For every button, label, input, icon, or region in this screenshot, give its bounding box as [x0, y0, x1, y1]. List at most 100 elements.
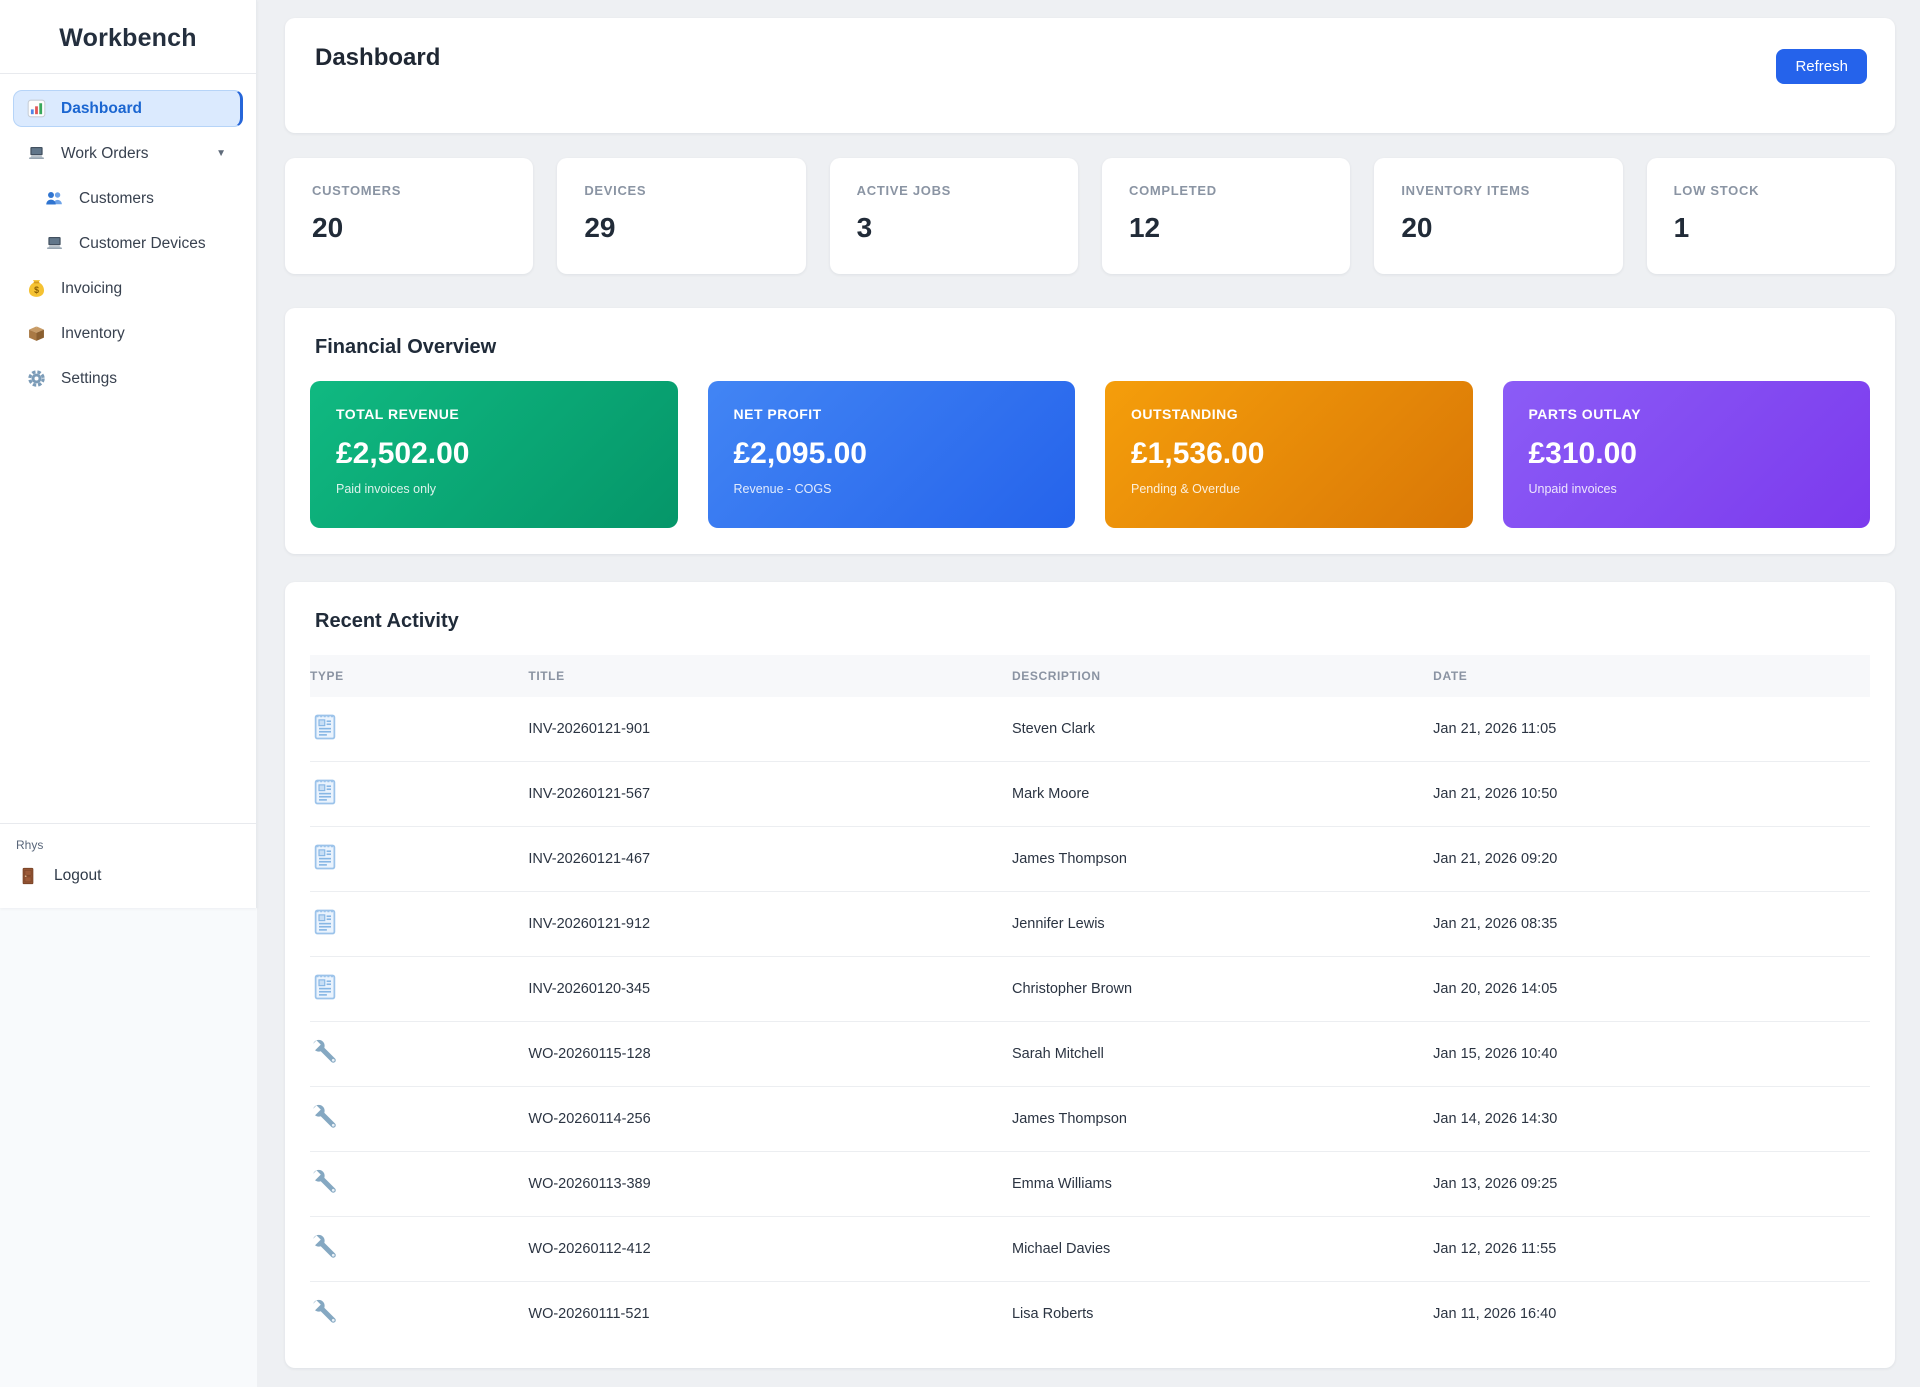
laptop-icon: [44, 233, 65, 254]
row-title: WO-20260115-128: [528, 1021, 1012, 1087]
row-description: James Thompson: [1011, 1086, 1434, 1152]
recent-activity-title: Recent Activity: [315, 610, 459, 632]
sidebar-item-label: Invoicing: [61, 279, 123, 297]
financial-card-parts-outlay: PARTS OUTLAY £310.00 Unpaid invoices: [1502, 381, 1870, 528]
row-date: Jan 21, 2026 10:50: [1433, 761, 1870, 827]
financial-overview-section: Financial Overview TOTAL REVENUE £2,502.…: [285, 308, 1895, 554]
column-header-title: Title: [528, 669, 565, 683]
page-header: Dashboard Refresh: [285, 18, 1895, 133]
financial-card-label: NET PROFIT: [733, 406, 822, 422]
table-row: INV-20260121-912 Jennifer Lewis Jan 21, …: [310, 891, 1870, 957]
stat-value: 29: [584, 212, 616, 243]
table-row: WO-20260113-389 Emma Williams Jan 13, 20…: [310, 1151, 1870, 1217]
row-type-cell: [310, 1216, 529, 1282]
stat-label: INVENTORY ITEMS: [1401, 183, 1531, 198]
stat-label: DEVICES: [584, 183, 647, 198]
financial-card-total-revenue: TOTAL REVENUE £2,502.00 Paid invoices on…: [310, 381, 678, 528]
financial-card-value: £2,502.00: [336, 437, 470, 470]
row-date: Jan 15, 2026 10:40: [1433, 1021, 1870, 1087]
chevron-down-icon[interactable]: ▼: [216, 148, 230, 159]
table-row: WO-20260112-412 Michael Davies Jan 12, 2…: [310, 1216, 1870, 1282]
gear-icon: [26, 368, 47, 389]
row-title: INV-20260120-345: [528, 956, 1012, 1022]
row-description: James Thompson: [1011, 826, 1434, 892]
sidebar-item-dashboard[interactable]: Dashboard: [13, 90, 243, 127]
row-type-cell: [310, 891, 529, 957]
people-icon: [44, 188, 65, 209]
row-title: WO-20260113-389: [528, 1151, 1012, 1217]
financial-card-note: Unpaid invoices: [1528, 482, 1617, 496]
money-bag-icon: $: [26, 278, 47, 299]
main-content: Dashboard Refresh CUSTOMERS 20 DEVICES 2…: [257, 0, 1920, 1387]
financial-card-label: TOTAL REVENUE: [336, 406, 460, 422]
row-description: Michael Davies: [1011, 1216, 1434, 1282]
financial-card-label: PARTS OUTLAY: [1528, 406, 1642, 422]
logout-label: Logout: [54, 867, 102, 884]
financial-cards: TOTAL REVENUE £2,502.00 Paid invoices on…: [310, 381, 1870, 528]
refresh-button[interactable]: Refresh: [1776, 49, 1867, 84]
sidebar-item-inventory[interactable]: Inventory: [13, 315, 243, 352]
bar-chart-icon: [26, 98, 47, 119]
page-title: Dashboard: [315, 44, 441, 71]
stat-value: 20: [312, 212, 344, 243]
row-date: Jan 20, 2026 14:05: [1433, 956, 1870, 1022]
stat-card-active-jobs: ACTIVE JOBS 3: [829, 158, 1078, 274]
row-title: INV-20260121-901: [528, 721, 651, 737]
row-title: INV-20260121-467: [528, 826, 1012, 892]
wrench-icon: [310, 1102, 340, 1132]
wrench-icon: [310, 1167, 340, 1197]
row-date: Jan 11, 2026 16:40: [1433, 1281, 1870, 1346]
financial-card-value: £2,095.00: [733, 437, 867, 470]
receipt-icon: [310, 907, 340, 937]
laptop-icon: [26, 143, 47, 164]
stat-card-customers: CUSTOMERS 20: [285, 158, 534, 274]
financial-card-note: Revenue - COGS: [733, 482, 832, 496]
financial-card-note: Pending & Overdue: [1131, 482, 1241, 496]
sidebar-item-customer-devices[interactable]: Customer Devices: [13, 225, 243, 262]
row-date: Jan 21, 2026 09:20: [1433, 826, 1870, 892]
recent-activity-section: Recent Activity Type Title Description D…: [285, 582, 1895, 1368]
sidebar-item-label: Settings: [61, 369, 118, 387]
row-title: WO-20260111-521: [528, 1281, 1012, 1346]
stat-card-low-stock: LOW STOCK 1: [1646, 158, 1895, 274]
stat-card-inventory-items: INVENTORY ITEMS 20: [1374, 158, 1623, 274]
recent-activity-table: Type Title Description Date INV-20260121…: [310, 655, 1870, 1346]
receipt-icon: [310, 712, 340, 742]
sidebar-user-section: Rhys Logout: [0, 823, 256, 908]
wrench-icon: [310, 1297, 340, 1327]
logout-button[interactable]: Logout: [16, 866, 240, 886]
sidebar-item-invoicing[interactable]: $ Invoicing: [13, 270, 243, 307]
sidebar-item-label: Inventory: [61, 324, 125, 342]
stat-value: 20: [1401, 212, 1433, 243]
row-title: INV-20260121-567: [528, 761, 1012, 827]
row-title: WO-20260112-412: [528, 1216, 1012, 1282]
door-icon: [18, 866, 38, 886]
column-header-description: Description: [1011, 669, 1101, 683]
row-date: Jan 21, 2026 08:35: [1433, 891, 1870, 957]
table-row: INV-20260120-345 Christopher Brown Jan 2…: [310, 956, 1870, 1022]
financial-card-outstanding: OUTSTANDING £1,536.00 Pending & Overdue: [1105, 381, 1473, 528]
stat-value: 1: [1673, 212, 1690, 243]
stat-label: CUSTOMERS: [312, 183, 402, 198]
receipt-icon: [310, 972, 340, 1002]
wrench-icon: [310, 1232, 340, 1262]
column-header-date: Date: [1433, 669, 1468, 683]
row-title: INV-20260121-912: [528, 891, 1012, 957]
sidebar-item-work-orders[interactable]: Work Orders ▼: [13, 135, 243, 172]
sidebar-nav: Dashboard Work Orders ▼ Customers Custom…: [0, 74, 256, 405]
sidebar: Workbench Dashboard Work Orders ▼ Custom…: [0, 0, 257, 1387]
stat-label: ACTIVE JOBS: [856, 183, 952, 198]
sidebar-item-label: Customers: [79, 189, 154, 207]
sidebar-item-settings[interactable]: Settings: [13, 360, 243, 397]
row-description: Emma Williams: [1011, 1151, 1434, 1217]
sidebar-panel: Workbench Dashboard Work Orders ▼ Custom…: [0, 0, 257, 908]
financial-card-value: £1,536.00: [1131, 437, 1265, 470]
row-title: WO-20260114-256: [528, 1086, 1012, 1152]
row-type-cell: [310, 761, 529, 827]
sidebar-item-customers[interactable]: Customers: [13, 180, 243, 217]
table-row: WO-20260115-128 Sarah Mitchell Jan 15, 2…: [310, 1021, 1870, 1087]
stats-row: CUSTOMERS 20 DEVICES 29 ACTIVE JOBS 3 CO…: [285, 158, 1895, 274]
row-date: Jan 21, 2026 11:05: [1433, 721, 1557, 737]
sidebar-item-label: Dashboard: [61, 99, 142, 117]
wrench-icon: [310, 1037, 340, 1067]
